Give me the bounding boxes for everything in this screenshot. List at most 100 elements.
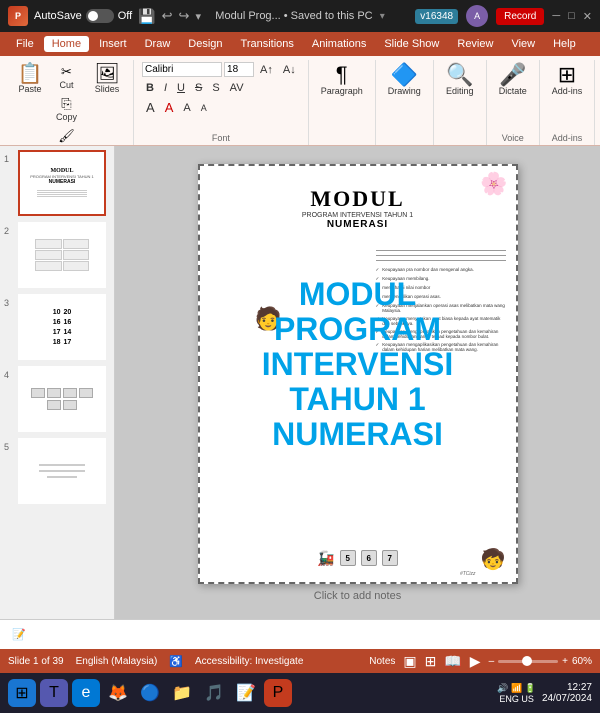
normal-view-btn[interactable]: ▣ (403, 653, 416, 670)
taskbar-powerpoint-icon[interactable]: P (264, 679, 292, 707)
slideshow-btn[interactable]: ▶ (470, 653, 481, 670)
font-color-btn[interactable]: A (161, 99, 178, 116)
user-avatar[interactable]: A (466, 5, 488, 27)
preview-1-lines (37, 189, 87, 198)
menu-file[interactable]: File (8, 36, 42, 52)
autosave-state: Off (118, 10, 132, 22)
slide-thumb-3[interactable]: 3 10 20 16 16 17 14 18 17 (4, 294, 110, 360)
slide-sorter-btn[interactable]: ⊞ (425, 653, 437, 670)
italic-button[interactable]: I (160, 81, 171, 95)
font-format-row: B I U S S AV (142, 81, 248, 95)
title-chevron[interactable]: ▾ (380, 11, 385, 22)
paragraph-button[interactable]: ¶ Paragraph (317, 62, 367, 98)
menu-view[interactable]: View (503, 36, 543, 52)
zoom-in-btn[interactable]: + (562, 656, 568, 667)
taskbar: ⊞ T e 🦊 🔵 📁 🎵 📝 P 🔊 📶 🔋 ENG US 12:27 24/… (0, 673, 600, 713)
menu-insert[interactable]: Insert (91, 36, 135, 52)
menu-animations[interactable]: Animations (304, 36, 374, 52)
paragraph-content: ¶ Paragraph (317, 62, 367, 141)
menu-help[interactable]: Help (545, 36, 584, 52)
menu-slideshow[interactable]: Slide Show (376, 36, 447, 52)
redo-icon[interactable]: ↪ (179, 8, 190, 24)
slide-thumb-5[interactable]: 5 (4, 438, 110, 504)
underline-button[interactable]: U (173, 81, 189, 95)
font-name-input[interactable] (142, 62, 222, 77)
slide-image-2[interactable] (18, 222, 106, 288)
slide-image-3[interactable]: 10 20 16 16 17 14 18 17 (18, 294, 106, 360)
minimize-btn[interactable]: ─ (552, 10, 560, 22)
decrease-font-btn[interactable]: A↓ (279, 63, 300, 77)
taskbar-app7-icon[interactable]: 📝 (232, 679, 260, 707)
taskbar-firefox-icon[interactable]: 🦊 (104, 679, 132, 707)
font-size-a-small[interactable]: A (197, 102, 211, 114)
taskbar-windows-btn[interactable]: ⊞ (8, 679, 36, 707)
slide-thumb-2[interactable]: 2 (4, 222, 110, 288)
clipboard-content: 📋 Paste ✂ Cut ⎘ Copy 🖌 🖼 Slides (12, 62, 125, 146)
slide-1-preview: MODUL PROGRAM INTERVENSI TAHUN 1 NUMERAS… (20, 152, 104, 214)
addins-icon: ⊞ (558, 64, 576, 86)
preview-4-boxes (24, 388, 100, 410)
font-size-a-big[interactable]: A (179, 101, 194, 115)
menu-home[interactable]: Home (44, 36, 89, 52)
taskbar-explorer-icon[interactable]: 📁 (168, 679, 196, 707)
strikethrough-button[interactable]: S (191, 81, 206, 95)
zoom-slider[interactable] (498, 660, 558, 663)
editing-content: 🔍 Editing (442, 62, 478, 141)
accessibility-info[interactable]: Accessibility: Investigate (195, 656, 303, 667)
slide-4-preview (20, 368, 104, 430)
preview-3-nums: 10 20 16 16 17 14 18 17 (53, 309, 72, 346)
copy-button[interactable]: ⎘ Copy (52, 94, 81, 124)
slide-image-1[interactable]: MODUL PROGRAM INTERVENSI TAHUN 1 NUMERAS… (18, 150, 106, 216)
menu-review[interactable]: Review (449, 36, 501, 52)
undo-icon[interactable]: ↩ (162, 8, 173, 24)
menu-transitions[interactable]: Transitions (233, 36, 302, 52)
paste-button[interactable]: 📋 Paste (12, 62, 48, 96)
status-right: Notes ▣ ⊞ 📖 ▶ – + 60% (369, 653, 592, 670)
accessibility-icon[interactable]: ♿ (169, 655, 183, 668)
reading-view-btn[interactable]: 📖 (444, 653, 461, 670)
shadow-button[interactable]: S (208, 81, 223, 95)
zoom-out-btn[interactable]: – (489, 656, 495, 667)
addins-button[interactable]: ⊞ Add-ins (548, 62, 587, 98)
notes-btn[interactable]: Notes (369, 656, 395, 667)
voice-label: Voice (502, 133, 524, 143)
title-bar: P AutoSave Off 💾 ↩ ↪ ▾ Modul Prog... • S… (0, 0, 600, 32)
font-size-input[interactable] (224, 62, 254, 77)
highlight-color-btn[interactable]: A (142, 99, 159, 116)
close-btn[interactable]: ✕ (583, 10, 592, 23)
dictate-button[interactable]: 🎤 Dictate (495, 62, 531, 98)
increase-font-btn[interactable]: A↑ (256, 63, 277, 77)
slide-thumb-4[interactable]: 4 (4, 366, 110, 432)
record-button[interactable]: Record (496, 8, 544, 25)
cut-button[interactable]: ✂ Cut (52, 62, 81, 92)
slide-canvas[interactable]: 🌸 MODUL PROGRAM INTERVENSI TAHUN 1 NUMER… (198, 164, 518, 584)
font-color-row: A A A A (142, 99, 211, 116)
train-num-6: 6 (361, 550, 377, 566)
taskbar-chrome-icon[interactable]: 🔵 (136, 679, 164, 707)
add-notes-hint[interactable]: Click to add notes (314, 590, 401, 602)
taskbar-teams-icon[interactable]: T (40, 679, 68, 707)
save-icon[interactable]: 💾 (138, 8, 155, 25)
char-spacing-button[interactable]: AV (226, 81, 248, 95)
menu-design[interactable]: Design (180, 36, 230, 52)
drawing-button[interactable]: 🔷 Drawing (384, 62, 425, 98)
format-painter-button[interactable]: 🖌 (52, 126, 81, 146)
taskbar-edge-icon[interactable]: e (72, 679, 100, 707)
slides-button[interactable]: 🖼 Slides (89, 62, 125, 96)
menu-draw[interactable]: Draw (137, 36, 179, 52)
editing-label: Editing (446, 86, 474, 96)
autosave-toggle[interactable] (86, 9, 114, 23)
slide-thumb-1[interactable]: 1 MODUL PROGRAM INTERVENSI TAHUN 1 NUMER… (4, 150, 110, 216)
editing-icon: 🔍 (446, 64, 473, 86)
maximize-btn[interactable]: □ (568, 10, 575, 22)
slide-image-4[interactable] (18, 366, 106, 432)
slide-image-5[interactable] (18, 438, 106, 504)
bold-button[interactable]: B (142, 81, 158, 95)
taskbar-app6-icon[interactable]: 🎵 (200, 679, 228, 707)
zoom-level: 60% (572, 656, 592, 667)
clipboard-sub-btns: ✂ Cut ⎘ Copy 🖌 (52, 62, 81, 146)
editing-button[interactable]: 🔍 Editing (442, 62, 478, 98)
ribbon-group-editing: 🔍 Editing (434, 60, 487, 145)
quick-access-more[interactable]: ▾ (195, 10, 201, 23)
tray-icons: 🔊 📶 🔋 (497, 683, 536, 694)
